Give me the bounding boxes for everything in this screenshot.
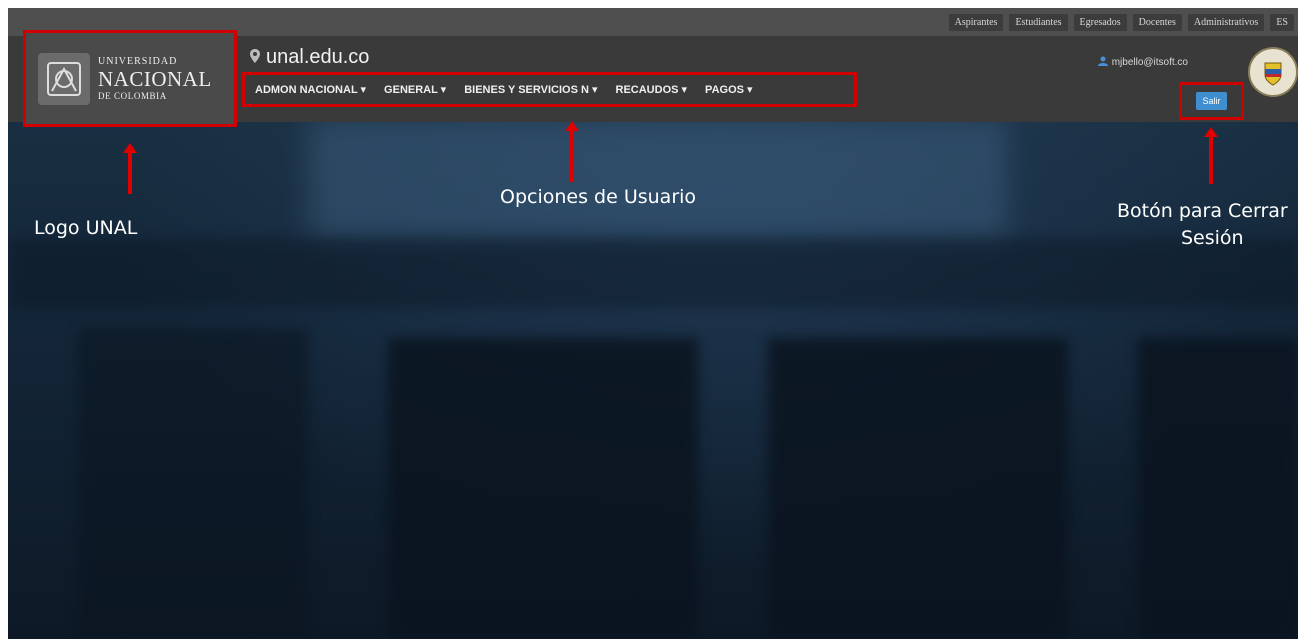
utility-link-aspirantes[interactable]: Aspirantes xyxy=(948,13,1004,31)
background-light xyxy=(308,118,1008,238)
logo-line-1: UNIVERSIDAD xyxy=(98,55,178,67)
logo-line-2: NACIONAL xyxy=(98,66,212,91)
background-window xyxy=(1138,338,1298,638)
background-window xyxy=(388,338,698,638)
coat-of-arms-icon xyxy=(1248,47,1298,97)
logout-button[interactable]: Salir xyxy=(1196,92,1227,110)
university-seal-icon xyxy=(38,52,90,105)
annotation-logout-1: Botón para Cerrar xyxy=(1117,200,1288,222)
location-pin-icon xyxy=(250,46,260,69)
utility-link-egresados[interactable]: Egresados xyxy=(1073,13,1127,31)
user-account[interactable]: mjbello@itsoft.co xyxy=(1097,56,1188,69)
logo-line-3: DE COLOMBIA xyxy=(98,90,167,101)
nav-item-bienes-servicios[interactable]: BIENES Y SERVICIOS N ▾ xyxy=(464,83,597,96)
site-name[interactable]: unal.edu.co xyxy=(250,46,369,69)
arrow-logo xyxy=(123,143,137,194)
utility-links: Aspirantes Estudiantes Egresados Docente… xyxy=(948,8,1294,36)
logo-text: UNIVERSIDAD NACIONAL DE COLOMBIA xyxy=(98,55,212,101)
annotation-logout-2: Sesión xyxy=(1181,227,1244,249)
nav-item-general[interactable]: GENERAL ▾ xyxy=(384,83,446,96)
nav-item-pagos[interactable]: PAGOS ▾ xyxy=(705,83,753,96)
background-band xyxy=(8,238,1298,308)
utility-link-administrativos[interactable]: Administrativos xyxy=(1187,13,1265,31)
background-window xyxy=(768,338,1068,638)
background-window xyxy=(78,328,308,638)
utility-link-estudiantes[interactable]: Estudiantes xyxy=(1009,13,1068,31)
site-name-label: unal.edu.co xyxy=(266,46,370,68)
logout-highlight: Salir xyxy=(1179,82,1244,120)
annotation-logo: Logo UNAL xyxy=(34,217,138,239)
arrow-logout xyxy=(1204,127,1218,184)
annotation-nav: Opciones de Usuario xyxy=(500,186,697,208)
utility-link-docentes[interactable]: Docentes xyxy=(1132,13,1182,31)
user-options-nav: ADMON NACIONAL ▾ GENERAL ▾ BIENES Y SERV… xyxy=(242,72,857,107)
logo-unal[interactable]: UNIVERSIDAD NACIONAL DE COLOMBIA xyxy=(23,30,237,127)
arrow-nav xyxy=(565,121,579,182)
user-email-label: mjbello@itsoft.co xyxy=(1111,57,1188,68)
screenshot-frame: Aspirantes Estudiantes Egresados Docente… xyxy=(8,8,1298,639)
nav-item-admon-nacional[interactable]: ADMON NACIONAL ▾ xyxy=(255,83,366,96)
user-icon xyxy=(1097,56,1108,69)
language-selector[interactable]: ES xyxy=(1270,13,1294,31)
nav-item-recaudos[interactable]: RECAUDOS ▾ xyxy=(616,83,688,96)
